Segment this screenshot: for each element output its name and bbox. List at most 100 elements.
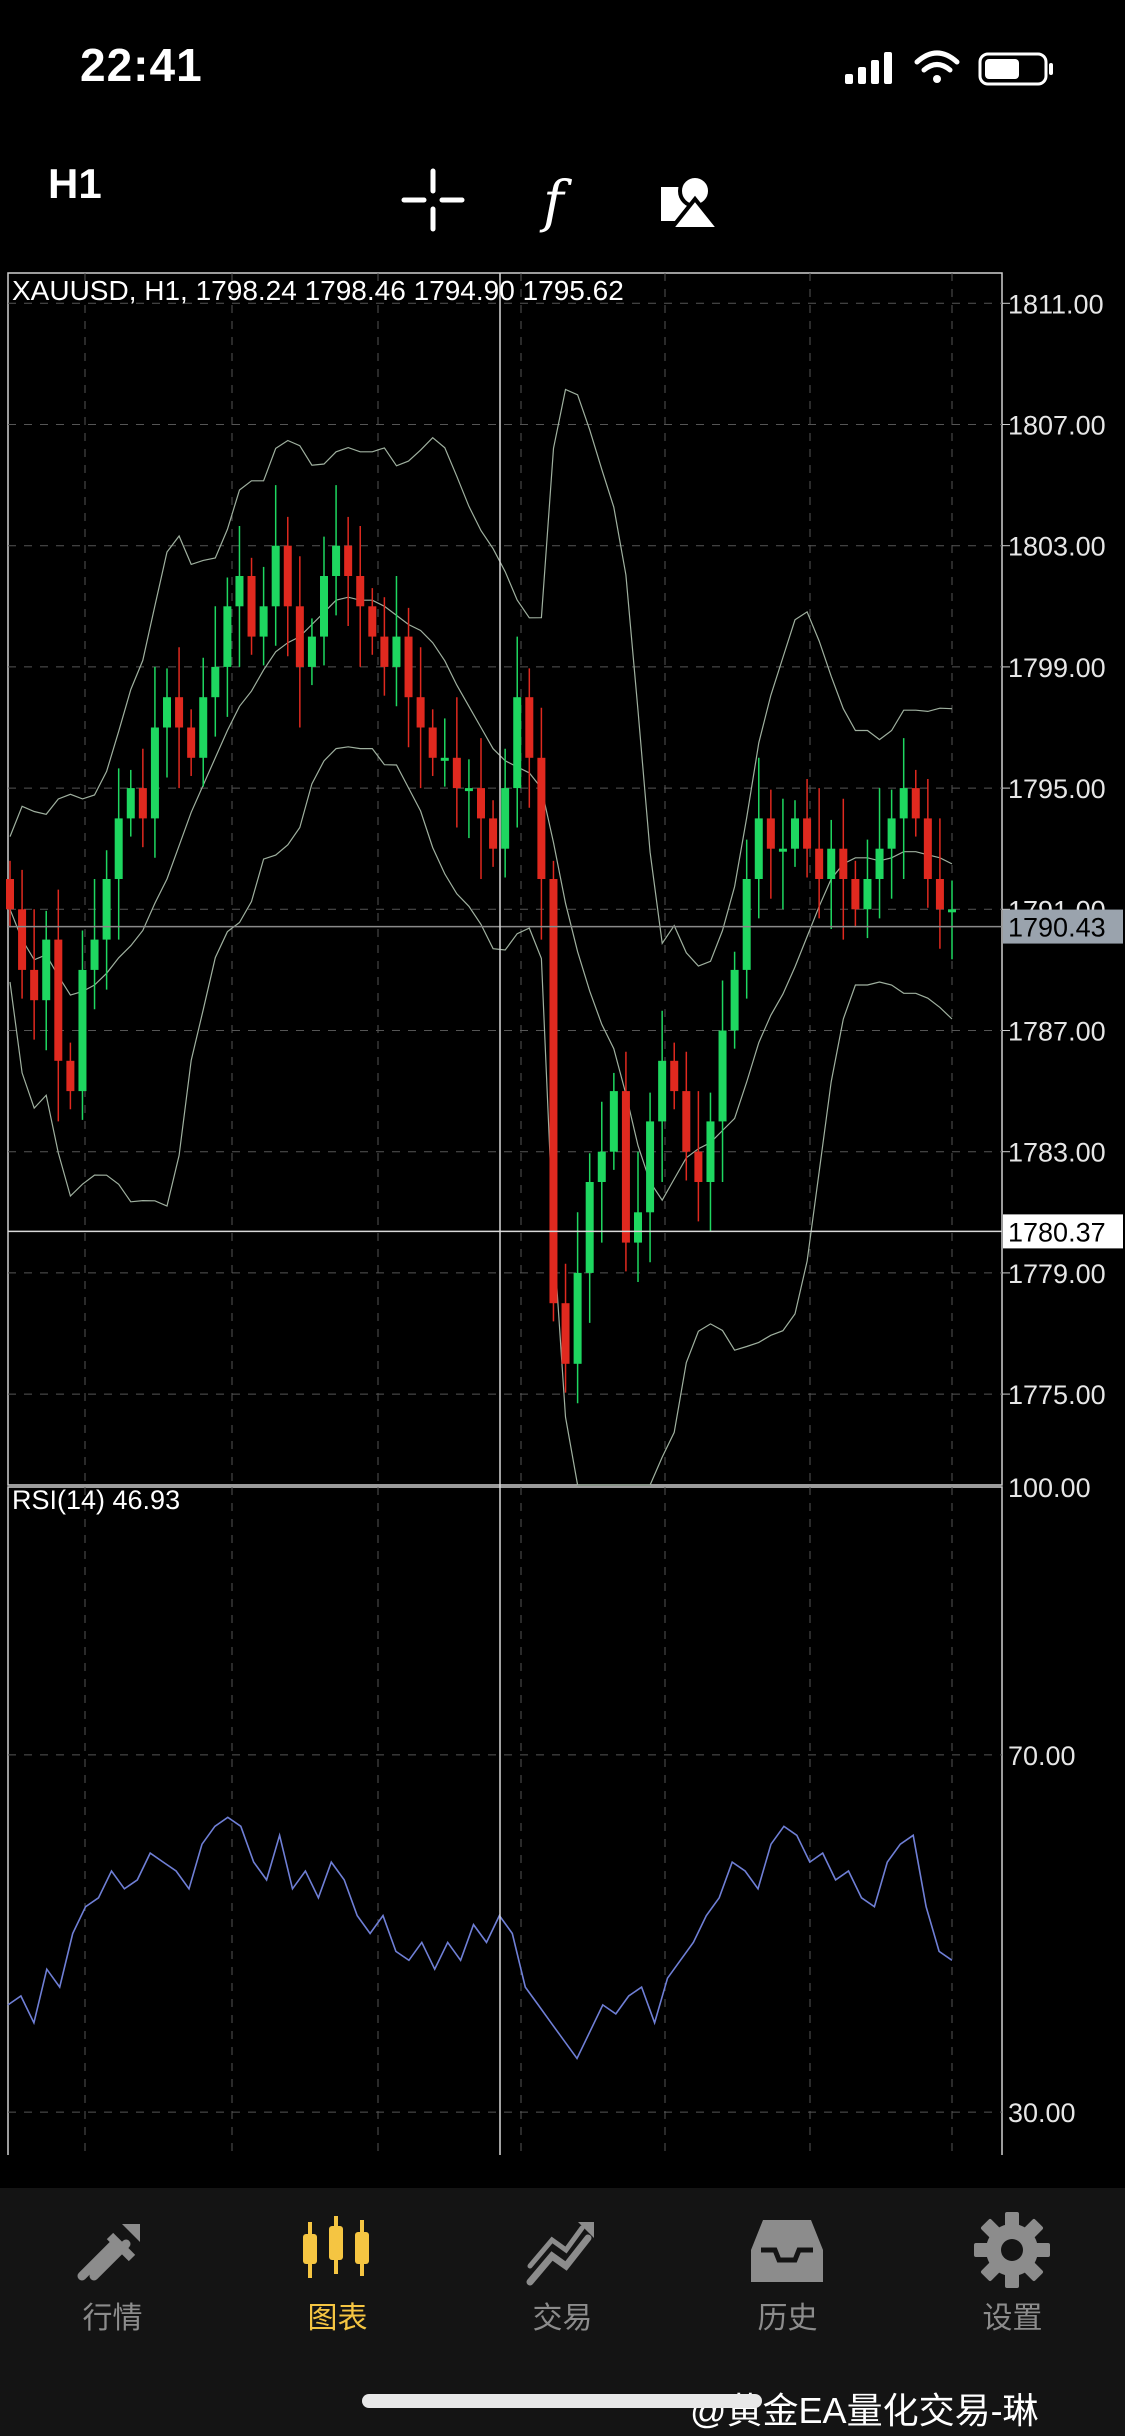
crosshair-icon[interactable] bbox=[398, 165, 468, 235]
price-tick-label: 1799.00 bbox=[1008, 653, 1106, 683]
candle-body bbox=[815, 848, 824, 879]
chart-canvas[interactable]: 1811.001807.001803.001799.001795.001791.… bbox=[0, 265, 1125, 2155]
signal-icon bbox=[845, 52, 892, 84]
candle-body bbox=[283, 545, 292, 607]
candle-body bbox=[778, 848, 787, 852]
candle-body bbox=[694, 1151, 703, 1182]
candle-body bbox=[42, 939, 51, 1001]
candle-body bbox=[827, 848, 836, 879]
price-tick-label: 1811.00 bbox=[1008, 289, 1104, 319]
candle-body bbox=[211, 666, 220, 698]
settings-icon bbox=[974, 2212, 1050, 2288]
candle-body bbox=[440, 757, 449, 761]
candle-body bbox=[766, 818, 775, 849]
history-icon bbox=[751, 2220, 823, 2282]
candle-body bbox=[803, 818, 812, 849]
candle-body bbox=[670, 1060, 679, 1092]
candle-body bbox=[416, 697, 425, 728]
candle-body bbox=[138, 788, 147, 819]
bollinger-upper-band bbox=[9, 388, 953, 967]
rsi-tick-label: 100.00 bbox=[1008, 1473, 1091, 1503]
price-tick-label: 1807.00 bbox=[1008, 411, 1106, 441]
candle-body bbox=[513, 697, 522, 789]
candle-body bbox=[948, 909, 956, 913]
candle-body bbox=[90, 939, 99, 970]
candle-body bbox=[863, 879, 872, 910]
candle-body bbox=[380, 636, 389, 667]
candle-body bbox=[923, 818, 932, 879]
candle-body bbox=[658, 1060, 667, 1122]
crosshair-price-label: 1780.37 bbox=[1008, 1217, 1106, 1247]
tab-quotes[interactable]: 行情 bbox=[0, 2188, 225, 2436]
trade-icon bbox=[526, 2222, 594, 2286]
candle-body bbox=[477, 788, 485, 819]
status-bar: 22:41 bbox=[0, 0, 1125, 140]
rsi-header: RSI(14) 46.93 bbox=[12, 1485, 181, 1515]
candle-body bbox=[332, 545, 341, 576]
svg-text:f: f bbox=[539, 170, 573, 235]
candle-body bbox=[392, 636, 401, 667]
candle-body bbox=[18, 909, 27, 970]
quotes-icon bbox=[77, 2224, 140, 2281]
chart-header: XAUUSD, H1, 1798.24 1798.46 1794.90 1795… bbox=[12, 275, 624, 306]
candle-body bbox=[597, 1151, 606, 1182]
candle-body bbox=[307, 636, 316, 667]
timeframe-button[interactable]: H1 bbox=[48, 160, 102, 208]
candle-body bbox=[730, 969, 739, 1031]
candle-body bbox=[525, 697, 534, 758]
candle-body bbox=[102, 879, 111, 940]
candle-body bbox=[368, 606, 377, 637]
candle-body bbox=[537, 757, 546, 879]
candle-body bbox=[150, 727, 159, 819]
candle-body bbox=[404, 636, 413, 698]
tab-label-history: 历史 bbox=[757, 2302, 818, 2335]
candle-body bbox=[609, 1091, 618, 1152]
candle-body bbox=[573, 1272, 582, 1364]
candle-body bbox=[621, 1091, 630, 1243]
price-chart[interactable]: 1811.001807.001803.001799.001795.001791.… bbox=[0, 265, 1125, 2155]
candle-body bbox=[935, 879, 944, 910]
candle-body bbox=[452, 757, 461, 789]
candle-body bbox=[320, 576, 328, 637]
status-icons bbox=[845, 50, 1053, 86]
candle-body bbox=[911, 788, 920, 819]
candle-body bbox=[356, 576, 365, 607]
objects-icon[interactable] bbox=[655, 165, 725, 235]
candle-body bbox=[464, 788, 473, 792]
candle-body bbox=[839, 848, 848, 879]
candle-body bbox=[30, 969, 39, 1001]
candle-body bbox=[899, 788, 908, 819]
candle-body bbox=[54, 939, 63, 1061]
candle-body bbox=[271, 545, 280, 607]
current-price-label: 1790.43 bbox=[1008, 913, 1106, 943]
tab-label-settings: 设置 bbox=[982, 2302, 1043, 2335]
candle-body bbox=[791, 818, 799, 849]
candle-body bbox=[682, 1091, 691, 1152]
candle-body bbox=[235, 576, 244, 607]
wifi-icon bbox=[914, 50, 960, 83]
tab-label-quotes: 行情 bbox=[82, 2302, 143, 2335]
candle-body bbox=[199, 697, 208, 758]
status-time: 22:41 bbox=[80, 39, 203, 91]
candle-body bbox=[295, 606, 304, 667]
candle-body bbox=[634, 1212, 642, 1243]
candle-body bbox=[6, 879, 14, 910]
candle-body bbox=[718, 1030, 727, 1122]
candle-body bbox=[549, 879, 558, 1304]
tab-label-trade: 交易 bbox=[532, 2302, 593, 2335]
candle-body bbox=[163, 697, 171, 728]
candle-body bbox=[259, 606, 268, 637]
candle-body bbox=[646, 1121, 655, 1213]
price-tick-label: 1779.00 bbox=[1008, 1259, 1106, 1289]
rsi-pane-frame bbox=[7, 1486, 1003, 2155]
candle-body bbox=[585, 1182, 594, 1273]
watermark: @黄金EA量化交易-琳 bbox=[690, 2390, 1039, 2431]
chart-icon bbox=[303, 2216, 369, 2278]
candle-body bbox=[428, 727, 437, 758]
candle-body bbox=[114, 818, 123, 879]
candle-body bbox=[887, 818, 896, 849]
candle-body bbox=[754, 818, 763, 879]
price-tick-label: 1775.00 bbox=[1008, 1380, 1106, 1410]
price-tick-label: 1803.00 bbox=[1008, 532, 1106, 562]
function-icon[interactable]: f bbox=[525, 165, 595, 235]
